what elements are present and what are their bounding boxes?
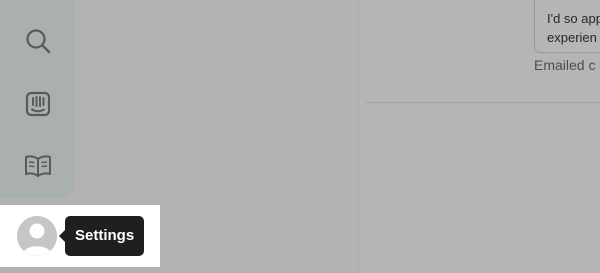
profile-settings-button[interactable] bbox=[17, 216, 57, 256]
sidebar-search-button[interactable] bbox=[22, 25, 54, 57]
message-line: experien bbox=[547, 30, 597, 45]
sidebar-articles-button[interactable] bbox=[22, 150, 54, 182]
settings-tooltip: Settings bbox=[65, 216, 145, 256]
book-icon bbox=[24, 154, 52, 178]
avatar-icon bbox=[17, 216, 57, 256]
message-bubble[interactable]: I'd so app experien bbox=[534, 0, 600, 53]
sidebar-inbox-button[interactable] bbox=[22, 88, 54, 120]
message-status: Emailed c bbox=[534, 57, 596, 73]
intercom-inbox-icon bbox=[25, 91, 51, 117]
message-line: I'd so app bbox=[547, 11, 600, 26]
left-sidebar bbox=[0, 0, 75, 198]
divider bbox=[366, 102, 600, 103]
search-icon bbox=[25, 28, 51, 54]
